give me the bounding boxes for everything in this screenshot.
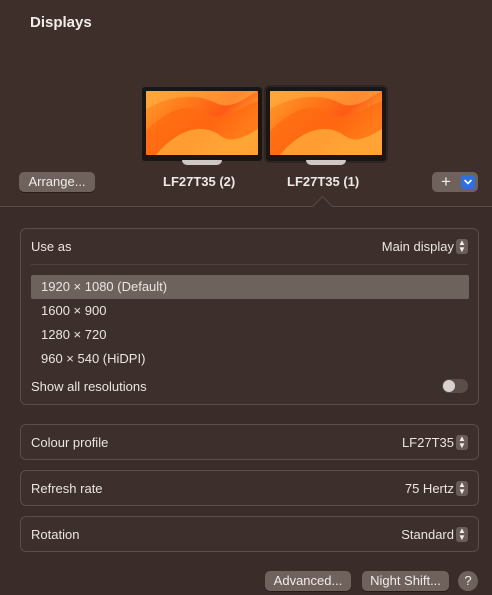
use-as-label: Use as	[31, 239, 72, 254]
wallpaper-image	[146, 91, 258, 155]
rotation-label: Rotation	[31, 527, 80, 542]
display-arrangement-area: Displays Arrange... LF27T35 (2) LF27T35 …	[0, 0, 492, 207]
toggle-knob	[443, 380, 455, 392]
monitor-stand	[182, 160, 222, 165]
colour-profile-stepper-icon[interactable]: ▲ ▼	[456, 435, 468, 450]
add-display-button[interactable]: +	[432, 172, 460, 192]
rotation-value[interactable]: Standard	[401, 527, 454, 542]
display-thumbnail-1[interactable]	[264, 85, 388, 165]
refresh-rate-row: Refresh rate 75 Hertz ▲ ▼	[20, 470, 479, 506]
page-title: Displays	[30, 14, 92, 31]
use-as-value[interactable]: Main display	[382, 239, 454, 254]
resolution-option-960[interactable]: 960 × 540 (HiDPI)	[31, 347, 469, 371]
display-thumbnail-2[interactable]	[142, 87, 262, 165]
display-name-1: LF27T35 (1)	[287, 174, 360, 189]
divider	[31, 264, 468, 265]
resolution-option-1280[interactable]: 1280 × 720	[31, 323, 469, 347]
help-button[interactable]: ?	[458, 571, 478, 591]
chevron-down-icon[interactable]	[461, 175, 475, 189]
monitor-stand	[306, 160, 346, 165]
display-settings-card: Use as Main display ▲ ▼ 1920 × 1080 (Defa…	[20, 228, 479, 405]
colour-profile-label: Colour profile	[31, 435, 109, 450]
show-all-resolutions-toggle[interactable]	[442, 379, 468, 393]
refresh-rate-stepper-icon[interactable]: ▲ ▼	[456, 481, 468, 496]
show-all-resolutions-label: Show all resolutions	[31, 379, 147, 394]
resolution-option-1600[interactable]: 1600 × 900	[31, 299, 469, 323]
use-as-stepper-icon[interactable]: ▲ ▼	[456, 239, 468, 254]
advanced-button[interactable]: Advanced...	[265, 571, 351, 591]
arrange-button[interactable]: Arrange...	[19, 172, 95, 192]
rotation-stepper-icon[interactable]: ▲ ▼	[456, 527, 468, 542]
colour-profile-value[interactable]: LF27T35	[402, 435, 454, 450]
rotation-row: Rotation Standard ▲ ▼	[20, 516, 479, 552]
night-shift-button[interactable]: Night Shift...	[362, 571, 449, 591]
add-display-control: +	[432, 172, 478, 192]
resolution-option-1920[interactable]: 1920 × 1080 (Default)	[31, 275, 469, 299]
display-name-2: LF27T35 (2)	[163, 174, 236, 189]
refresh-rate-value[interactable]: 75 Hertz	[405, 481, 454, 496]
colour-profile-row: Colour profile LF27T35 ▲ ▼	[20, 424, 479, 460]
wallpaper-image	[270, 91, 382, 155]
refresh-rate-label: Refresh rate	[31, 481, 103, 496]
